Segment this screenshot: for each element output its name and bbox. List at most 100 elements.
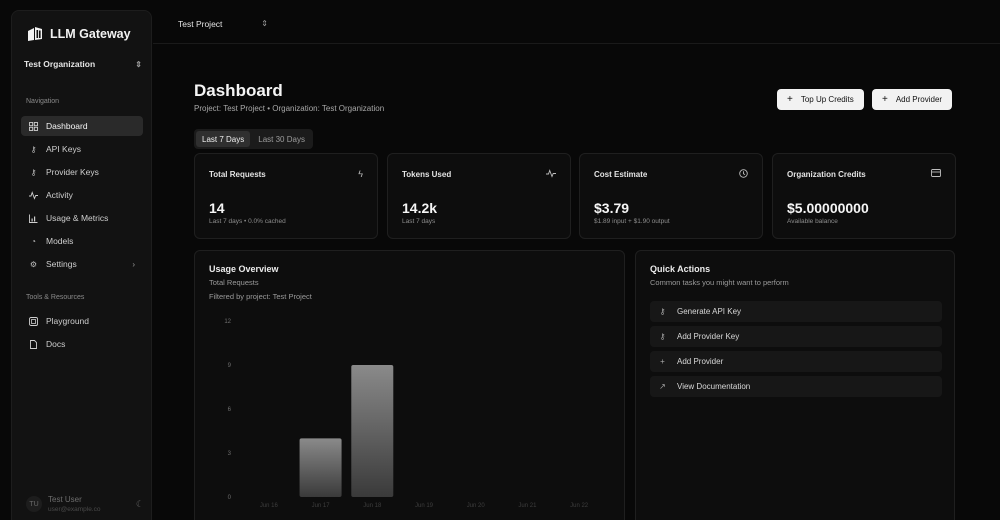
credit-card-icon — [931, 169, 941, 179]
quick-actions-title: Quick Actions — [650, 264, 711, 274]
tools-section-label: Tools & Resources — [26, 294, 85, 301]
project-switcher[interactable]: Test Project ⇕ — [178, 19, 268, 29]
quick-actions-list: ⚷ Generate API Key ⚷ Add Provider Key + … — [650, 301, 942, 401]
playground-icon — [29, 316, 38, 326]
stat-value: $3.79 — [594, 200, 630, 216]
quick-add-provider-button[interactable]: + Add Provider — [650, 351, 942, 372]
sidebar-item-settings[interactable]: ⚙ Settings › — [21, 254, 143, 274]
zap-icon: ϟ — [358, 169, 363, 179]
bar-chart-icon — [29, 214, 38, 223]
stat-card-total-requests: Total Requests ϟ 14 Last 7 days • 0.0% c… — [194, 153, 378, 239]
stat-title: Cost Estimate — [594, 170, 648, 179]
brand-name: LLM Gateway — [50, 27, 131, 41]
sidebar-item-label: Playground — [46, 316, 90, 326]
sidebar-item-docs[interactable]: Docs — [21, 334, 143, 354]
add-provider-key-button[interactable]: ⚷ Add Provider Key — [650, 326, 942, 347]
plus-icon: + — [882, 94, 888, 105]
gear-icon: ⚙ — [29, 259, 38, 269]
top-up-credits-button[interactable]: + Top Up Credits — [777, 89, 864, 110]
page-subtitle: Project: Test Project • Organization: Te… — [194, 104, 385, 113]
stat-value: $5.00000000 — [787, 200, 869, 216]
key-icon: ⚷ — [30, 144, 37, 154]
avatar: TU — [26, 496, 42, 512]
moon-icon[interactable]: ☾ — [136, 499, 144, 510]
organization-name: Test Organization — [24, 59, 96, 69]
key-icon: ⚷ — [30, 167, 37, 177]
x-tick-label: Jun 19 — [415, 503, 434, 509]
stat-card-tokens-used: Tokens Used 14.2k Last 7 days — [387, 153, 571, 239]
date-range-tabs: Last 7 Days Last 30 Days — [194, 129, 313, 149]
plus-icon: + — [660, 357, 665, 366]
key-icon: ⚷ — [659, 332, 666, 341]
y-tick-label: 6 — [228, 407, 232, 413]
generate-api-key-button[interactable]: ⚷ Generate API Key — [650, 301, 942, 322]
sidebar-item-dashboard[interactable]: Dashboard — [21, 116, 143, 136]
doc-icon — [29, 339, 38, 349]
top-up-credits-label: Top Up Credits — [800, 95, 854, 104]
sidebar-item-label: Activity — [46, 190, 73, 200]
quick-actions-subtitle: Common tasks you might want to perform — [650, 278, 789, 287]
sidebar-item-label: API Keys — [46, 144, 81, 154]
grid-icon — [29, 121, 38, 131]
y-tick-label: 0 — [228, 495, 232, 501]
activity-icon — [29, 190, 38, 200]
stat-title: Organization Credits — [787, 170, 866, 179]
brand[interactable]: LLM Gateway — [26, 25, 131, 43]
sidebar-item-label: Models — [46, 236, 74, 246]
sidebar-item-models[interactable]: ◔ Models — [21, 231, 143, 251]
x-tick-label: Jun 20 — [467, 503, 486, 509]
user-menu[interactable]: TU Test User user@example.co ☾ — [26, 495, 144, 513]
sidebar-item-label: Provider Keys — [46, 167, 99, 177]
user-name: Test User — [48, 495, 82, 504]
page-title: Dashboard — [194, 81, 283, 100]
chevron-up-down-icon: ⇕ — [135, 59, 142, 69]
tab-last-7-days[interactable]: Last 7 Days — [196, 131, 251, 147]
y-tick-label: 12 — [224, 319, 231, 325]
navigation-section-label: Navigation — [26, 98, 60, 105]
sidebar-item-playground[interactable]: Playground — [21, 311, 143, 331]
stat-subtitle: Last 7 days • 0.0% cached — [209, 218, 286, 225]
sidebar-item-label: Settings — [46, 259, 77, 269]
tab-last-30-days[interactable]: Last 30 Days — [252, 131, 311, 147]
x-tick-label: Jun 18 — [363, 503, 382, 509]
sidebar-item-api-keys[interactable]: ⚷ API Keys — [21, 139, 143, 159]
organization-switcher[interactable]: Test Organization ⇕ — [24, 59, 142, 69]
models-icon: ◔ — [31, 236, 36, 246]
stat-subtitle: $1.89 input + $1.90 output — [594, 218, 670, 225]
stat-card-cost-estimate: Cost Estimate $3.79 $1.89 input + $1.90 … — [579, 153, 763, 239]
stat-title: Total Requests — [209, 170, 266, 179]
stat-subtitle: Available balance — [787, 218, 838, 225]
tools-navigation: Playground Docs — [21, 311, 143, 357]
user-email: user@example.co — [48, 506, 101, 513]
add-provider-button[interactable]: + Add Provider — [872, 89, 953, 110]
sidebar: LLM Gateway Test Organization ⇕ Navigati… — [11, 10, 152, 520]
sidebar-item-provider-keys[interactable]: ⚷ Provider Keys — [21, 162, 143, 182]
x-tick-label: Jun 22 — [570, 503, 589, 509]
plus-icon: + — [787, 94, 793, 105]
stat-card-organization-credits: Organization Credits $5.00000000 Availab… — [772, 153, 956, 239]
arrow-up-right-icon: ↗ — [659, 382, 666, 391]
chevron-right-icon: › — [132, 259, 135, 269]
sidebar-item-usage-metrics[interactable]: Usage & Metrics — [21, 208, 143, 228]
quick-action-label: Generate API Key — [677, 307, 742, 316]
stat-value: 14 — [209, 200, 225, 216]
stat-title: Tokens Used — [402, 170, 452, 179]
stat-value: 14.2k — [402, 200, 438, 216]
usage-bar-chart: 0 3 6 9 12 Jun 16 Jun 17 Jun 18 Jun 19 Jun 20 Jun … — [224, 319, 589, 509]
chevron-up-down-icon: ⇕ — [261, 19, 268, 28]
activity-icon — [546, 169, 556, 180]
add-provider-label: Add Provider — [895, 95, 943, 104]
logo-icon — [28, 27, 42, 41]
chart-bar[interactable] — [351, 365, 394, 497]
sidebar-item-activity[interactable]: Activity — [21, 185, 143, 205]
quick-action-label: Add Provider — [677, 357, 724, 366]
chart-bar[interactable] — [299, 438, 342, 497]
main-navigation: Dashboard ⚷ API Keys ⚷ Provider Keys Act… — [21, 116, 143, 277]
x-tick-label: Jun 17 — [312, 503, 331, 509]
view-documentation-button[interactable]: ↗ View Documentation — [650, 376, 942, 397]
x-tick-label: Jun 16 — [260, 503, 279, 509]
quick-action-label: Add Provider Key — [677, 332, 740, 341]
sidebar-item-label: Usage & Metrics — [46, 213, 109, 223]
x-tick-label: Jun 21 — [518, 503, 537, 509]
sidebar-item-label: Dashboard — [46, 121, 88, 131]
